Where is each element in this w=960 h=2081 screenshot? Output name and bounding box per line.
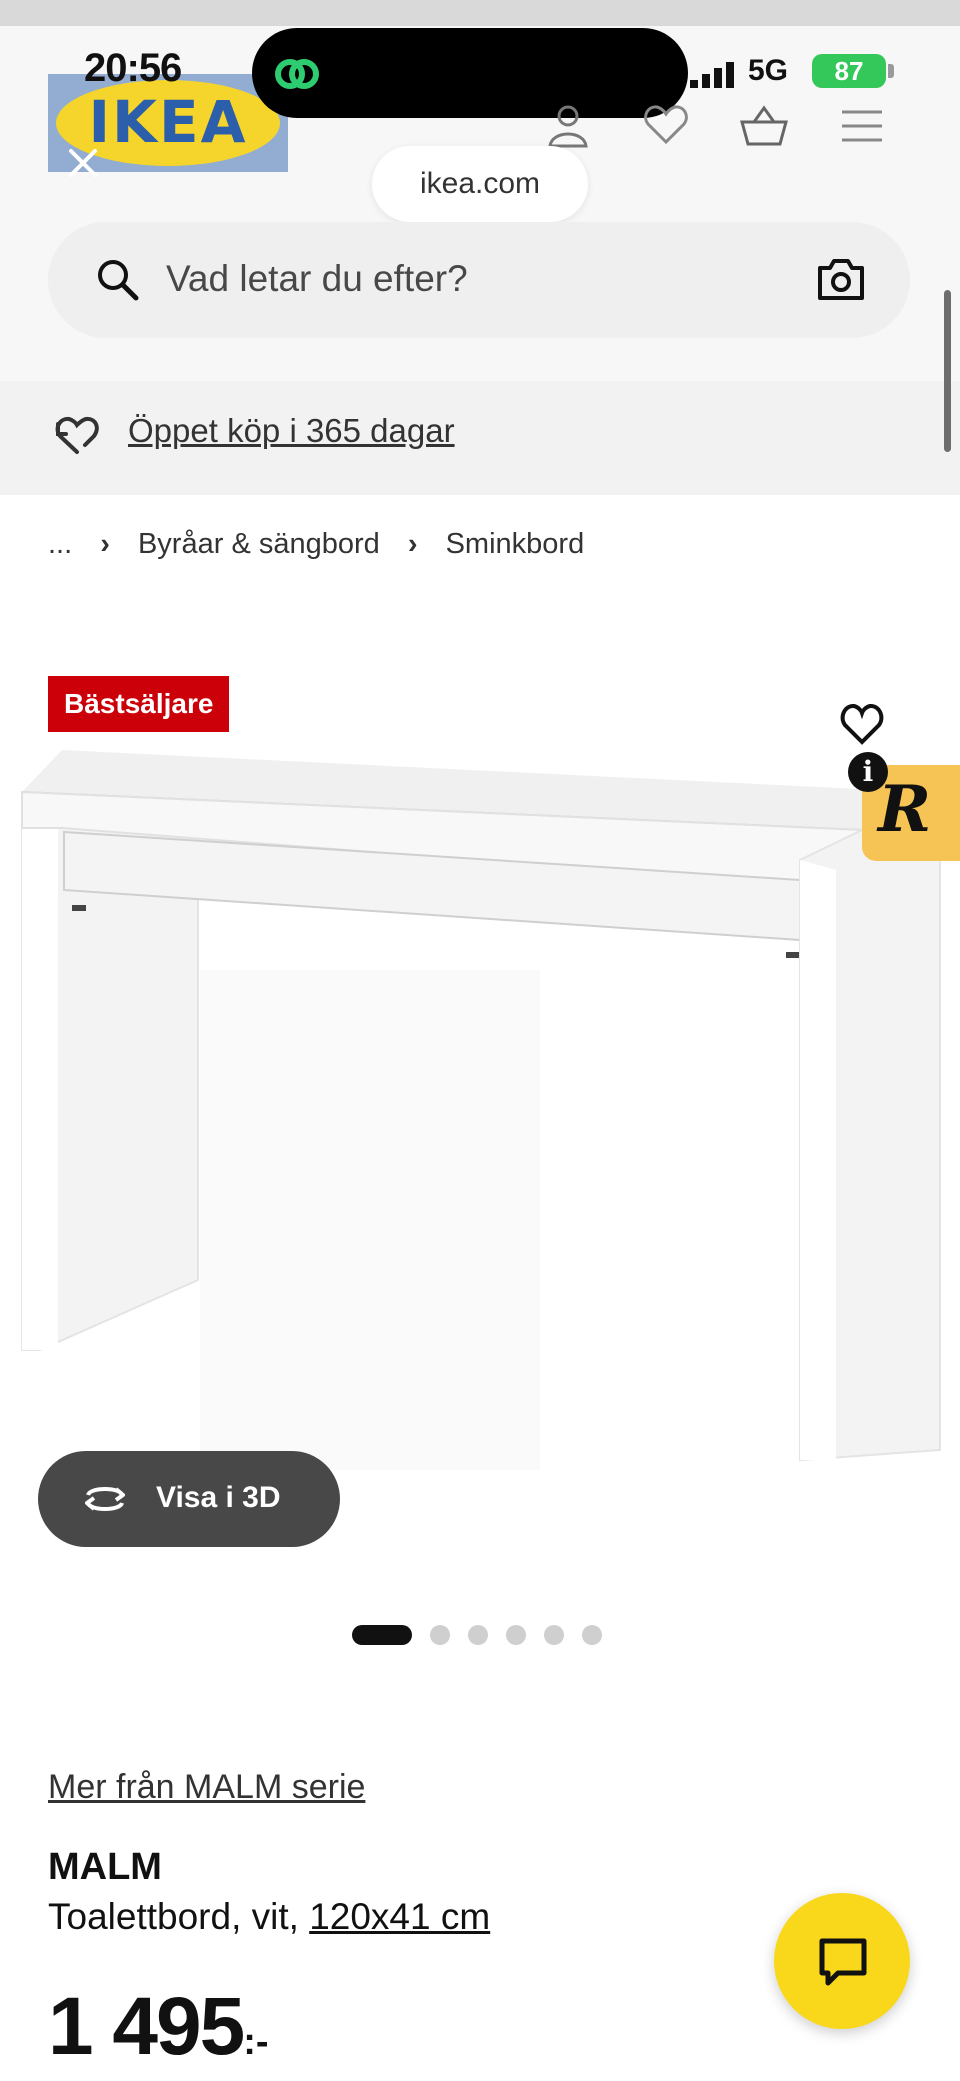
bestseller-badge: Bästsäljare <box>48 676 230 732</box>
battery-indicator: 87 <box>812 54 886 88</box>
breadcrumb-item-vanity[interactable]: Sminkbord <box>446 528 585 560</box>
return-heart-icon <box>55 416 99 454</box>
chat-icon <box>819 1938 867 1986</box>
product-description: Toalettbord, vit, 120x41 cm <box>48 1896 490 1938</box>
view-in-3d-button[interactable]: Visa i 3D <box>38 1451 340 1547</box>
info-icon[interactable]: i <box>848 752 888 792</box>
search-icon <box>98 260 139 301</box>
price-suffix: :- <box>243 2021 269 2063</box>
product-name: MALM <box>48 1846 162 1888</box>
network-label: 5G <box>748 54 789 87</box>
carousel-dot[interactable] <box>468 1625 488 1645</box>
chat-button[interactable] <box>774 1893 910 2029</box>
favorite-heart-icon[interactable] <box>838 700 886 746</box>
carousel-dot-active[interactable] <box>352 1625 412 1645</box>
carousel-dot[interactable] <box>430 1625 450 1645</box>
rotate-3d-icon <box>85 1487 125 1511</box>
link-icon <box>275 59 319 89</box>
battery-tip <box>888 64 894 78</box>
carousel-dot[interactable] <box>582 1625 602 1645</box>
cart-icon[interactable] <box>738 100 790 152</box>
product-description-text: Toalettbord, vit, <box>48 1896 310 1937</box>
breadcrumb-item-more[interactable]: ... <box>48 528 72 560</box>
status-strip <box>0 0 960 26</box>
series-link[interactable]: Mer från MALM serie <box>48 1768 365 1807</box>
view-in-3d-label: Visa i 3D <box>156 1481 281 1514</box>
carousel-dot[interactable] <box>544 1625 564 1645</box>
product-image[interactable] <box>0 740 960 1470</box>
breadcrumb-separator: › <box>100 528 110 560</box>
camera-icon[interactable] <box>816 256 866 302</box>
url-pill[interactable]: ikea.com <box>372 146 588 222</box>
close-icon[interactable] <box>66 146 100 180</box>
breadcrumb: ... › Byråar & sängbord › Sminkbord <box>48 528 604 561</box>
product-dimensions-link[interactable]: 120x41 cm <box>309 1896 490 1937</box>
status-time: 20:56 <box>84 46 182 90</box>
image-carousel-dots <box>352 1625 602 1645</box>
menu-icon[interactable] <box>836 100 888 152</box>
user-icon[interactable] <box>542 100 594 152</box>
breadcrumb-item-dressers[interactable]: Byråar & sängbord <box>138 528 380 560</box>
wishlist-icon[interactable] <box>640 98 692 150</box>
product-price: 1 495:- <box>48 1980 269 2074</box>
scrollbar[interactable] <box>944 290 951 452</box>
search-placeholder: Vad letar du efter? <box>166 258 468 299</box>
breadcrumb-separator: › <box>407 528 418 560</box>
carousel-dot[interactable] <box>506 1625 526 1645</box>
signal-icon <box>690 62 734 88</box>
r-extension-letter: R <box>878 772 932 847</box>
price-value: 1 495 <box>48 1981 245 2072</box>
return-policy-link[interactable]: Öppet köp i 365 dagar <box>128 412 455 450</box>
